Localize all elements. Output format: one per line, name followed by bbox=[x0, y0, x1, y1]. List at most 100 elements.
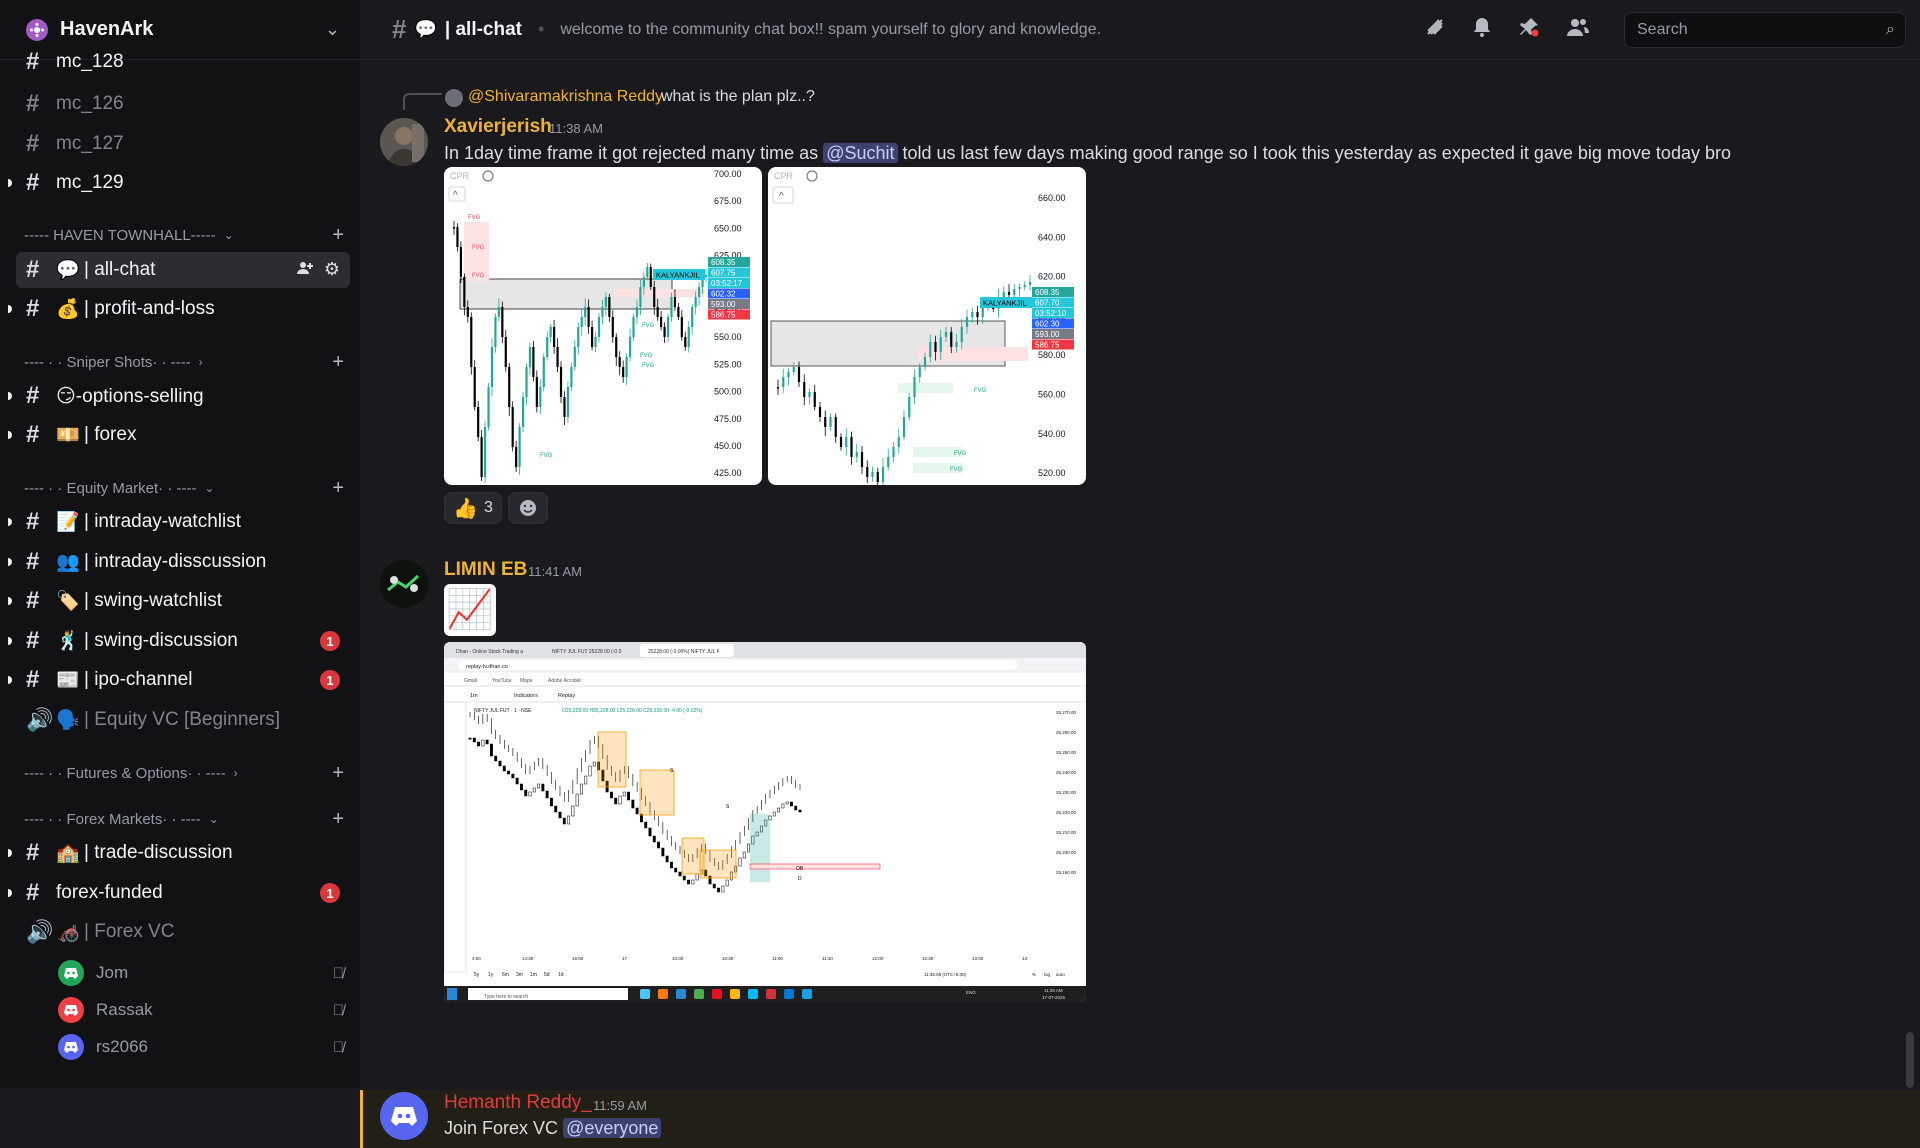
candle bbox=[468, 737, 472, 740]
category-sniper-shots[interactable]: ---- · · Sniper Shots· · ---- › + bbox=[24, 351, 344, 373]
category-equity-market[interactable]: ---- · · Equity Market· · ---- ⌄ + bbox=[24, 477, 344, 499]
tag-emoji: 🏷️ bbox=[56, 591, 80, 612]
add-channel-icon[interactable]: + bbox=[332, 477, 344, 500]
voice-user[interactable]: rs2066 🎙̸ bbox=[58, 1031, 348, 1063]
sidebar-item-forex[interactable]: # 💴 | forex bbox=[8, 418, 350, 452]
sidebar-item-label: mc_128 bbox=[56, 51, 124, 72]
sidebar-item-forex-vc[interactable]: 🔊 🦽 | Forex VC bbox=[16, 915, 350, 949]
sidebar-item-all-chat[interactable]: # 💬 | all-chat ⚙ bbox=[16, 252, 350, 288]
sidebar-item-swing-watchlist[interactable]: # 🏷️ | swing-watchlist bbox=[8, 584, 350, 618]
reply-author[interactable]: @Shivaramakrishna Reddy bbox=[468, 88, 663, 106]
sidebar-item-mc128[interactable]: # mc_128 bbox=[16, 48, 350, 76]
sidebar-item-mc127[interactable]: # mc_127 bbox=[16, 127, 350, 161]
add-reaction-button[interactable] bbox=[508, 492, 548, 524]
price-tag: 593.00 bbox=[711, 300, 736, 309]
reaction-thumbs-up[interactable]: 👍 3 bbox=[444, 492, 502, 524]
threads-icon[interactable] bbox=[1424, 16, 1446, 44]
bell-icon[interactable] bbox=[1472, 16, 1492, 44]
add-channel-icon[interactable]: + bbox=[332, 351, 344, 374]
browser-url: replay-tv.dhan.co bbox=[466, 664, 508, 670]
chart-status-option: auto bbox=[1056, 972, 1065, 977]
category-forex-markets[interactable]: ---- · · Forex Markets· · ---- ⌄ + bbox=[24, 808, 344, 830]
sidebar-item-intraday-watchlist[interactable]: # 📝 | intraday-watchlist bbox=[8, 505, 350, 539]
sidebar-item-label: forex-funded bbox=[56, 882, 163, 903]
candle bbox=[604, 297, 607, 307]
channel-header: # 💬 | all-chat • welcome to the communit… bbox=[360, 0, 1920, 60]
candle bbox=[537, 783, 541, 789]
avatar[interactable] bbox=[380, 118, 428, 166]
candle bbox=[614, 797, 618, 805]
search-box[interactable]: ⌕ bbox=[1624, 11, 1906, 48]
voice-user[interactable]: Rassak 🎙̸ bbox=[58, 994, 348, 1026]
fvg-label: FVG bbox=[950, 467, 963, 473]
taskbar-app-icon bbox=[712, 989, 722, 999]
search-input[interactable] bbox=[1635, 19, 1887, 40]
scrollbar[interactable] bbox=[1906, 1032, 1914, 1088]
sidebar-item-profit-and-loss[interactable]: # 💰 | profit-and-loss bbox=[8, 292, 350, 326]
user-mention[interactable]: @Suchit bbox=[823, 143, 898, 163]
sidebar-item-ipo-channel[interactable]: # 📰 | ipo-channel 1 bbox=[8, 663, 350, 697]
message-author[interactable]: Hemanth Reddy_ bbox=[444, 1092, 592, 1114]
avatar[interactable] bbox=[380, 1092, 428, 1140]
create-invite-icon[interactable] bbox=[296, 259, 314, 282]
avatar[interactable] bbox=[380, 560, 428, 608]
bookmark-label: Adobe Acrobat bbox=[548, 678, 581, 684]
channel-topic[interactable]: welcome to the community chat box!! spam… bbox=[560, 21, 1424, 39]
candle bbox=[918, 367, 921, 377]
rejection-zone bbox=[749, 863, 881, 870]
add-channel-icon[interactable]: + bbox=[332, 808, 344, 831]
price-tick: 675.00 bbox=[714, 196, 742, 206]
category-haven-townhall[interactable]: ----- HAVEN TOWNHALL----- ⌄ + bbox=[24, 224, 344, 246]
category-futures-options[interactable]: ---- · · Futures & Options· · ---- › + bbox=[24, 762, 344, 784]
candle bbox=[573, 347, 576, 367]
sidebar-item-options-selling[interactable]: # 😏-options-selling bbox=[8, 379, 350, 413]
screenshot-attachment[interactable]: Dhan - Online Stock Trading a NIFTY JUL F… bbox=[444, 642, 1086, 1002]
everyone-mention[interactable]: @everyone bbox=[563, 1118, 662, 1138]
speaking-head-emoji: 🗣️ bbox=[56, 710, 80, 731]
candle bbox=[669, 861, 673, 869]
price-tag: 593.00 bbox=[1035, 330, 1060, 339]
candle bbox=[939, 337, 942, 352]
candle bbox=[532, 787, 536, 793]
candle bbox=[803, 382, 806, 397]
candle bbox=[738, 857, 742, 867]
sidebar-item-mc126[interactable]: # mc_126 bbox=[16, 87, 350, 121]
hash-icon: # bbox=[392, 14, 407, 44]
reply-preview[interactable]: what is the plan plz..? bbox=[661, 88, 815, 106]
candle bbox=[554, 805, 558, 813]
message-timestamp: 11:41 AM bbox=[528, 564, 582, 579]
unread-indicator bbox=[8, 305, 12, 313]
message-author[interactable]: Xavierjerish bbox=[444, 116, 552, 138]
chart-attachment-right[interactable]: CPR ^ FVGFVGFVG660.00640.00620.00600.005… bbox=[768, 167, 1086, 485]
gear-icon[interactable]: ⚙ bbox=[324, 259, 340, 282]
candle bbox=[528, 347, 532, 367]
sidebar-item-mc129[interactable]: # mc_129 bbox=[8, 166, 350, 200]
candle bbox=[657, 841, 661, 849]
member-list-icon[interactable] bbox=[1566, 17, 1590, 43]
add-channel-icon[interactable]: + bbox=[332, 762, 344, 785]
sidebar-item-equity-vc[interactable]: 🔊 🗣️ | Equity VC [Beginners] bbox=[16, 703, 350, 737]
candle bbox=[855, 452, 858, 457]
sidebar-item-intraday-disscussion[interactable]: # 👥 | intraday-disscussion bbox=[8, 545, 350, 579]
candle bbox=[845, 437, 848, 447]
add-channel-icon[interactable]: + bbox=[332, 224, 344, 247]
taskbar-app-icon bbox=[658, 989, 668, 999]
taskbar-app-icon bbox=[640, 989, 650, 999]
range-button: 6m bbox=[502, 972, 509, 978]
sidebar-item-forex-funded[interactable]: # forex-funded 1 bbox=[8, 876, 350, 910]
price-tick: 25,270.00 bbox=[1056, 710, 1077, 715]
candle bbox=[818, 407, 822, 417]
voice-user[interactable]: Jom 🎙̸ bbox=[58, 957, 348, 989]
candle bbox=[897, 437, 900, 447]
candle bbox=[627, 791, 631, 801]
sidebar-item-swing-discussion[interactable]: # 🕺 | swing-discussion 1 bbox=[8, 624, 350, 658]
candle bbox=[684, 337, 687, 347]
candle bbox=[549, 327, 552, 337]
chart-attachment-left[interactable]: CPR ^ FVG FVG FVG FVG FVG FVG FVG 700.00 675.00 6… bbox=[444, 167, 762, 485]
message-author[interactable]: LIMIN EB bbox=[444, 559, 527, 581]
pin-icon[interactable] bbox=[1518, 16, 1540, 44]
time-tick: 12:30 bbox=[922, 956, 934, 961]
fvg-label: FVG bbox=[640, 353, 653, 359]
candle bbox=[792, 367, 795, 372]
sidebar-item-trade-discussion[interactable]: # 🏫 | trade-discussion bbox=[8, 836, 350, 870]
